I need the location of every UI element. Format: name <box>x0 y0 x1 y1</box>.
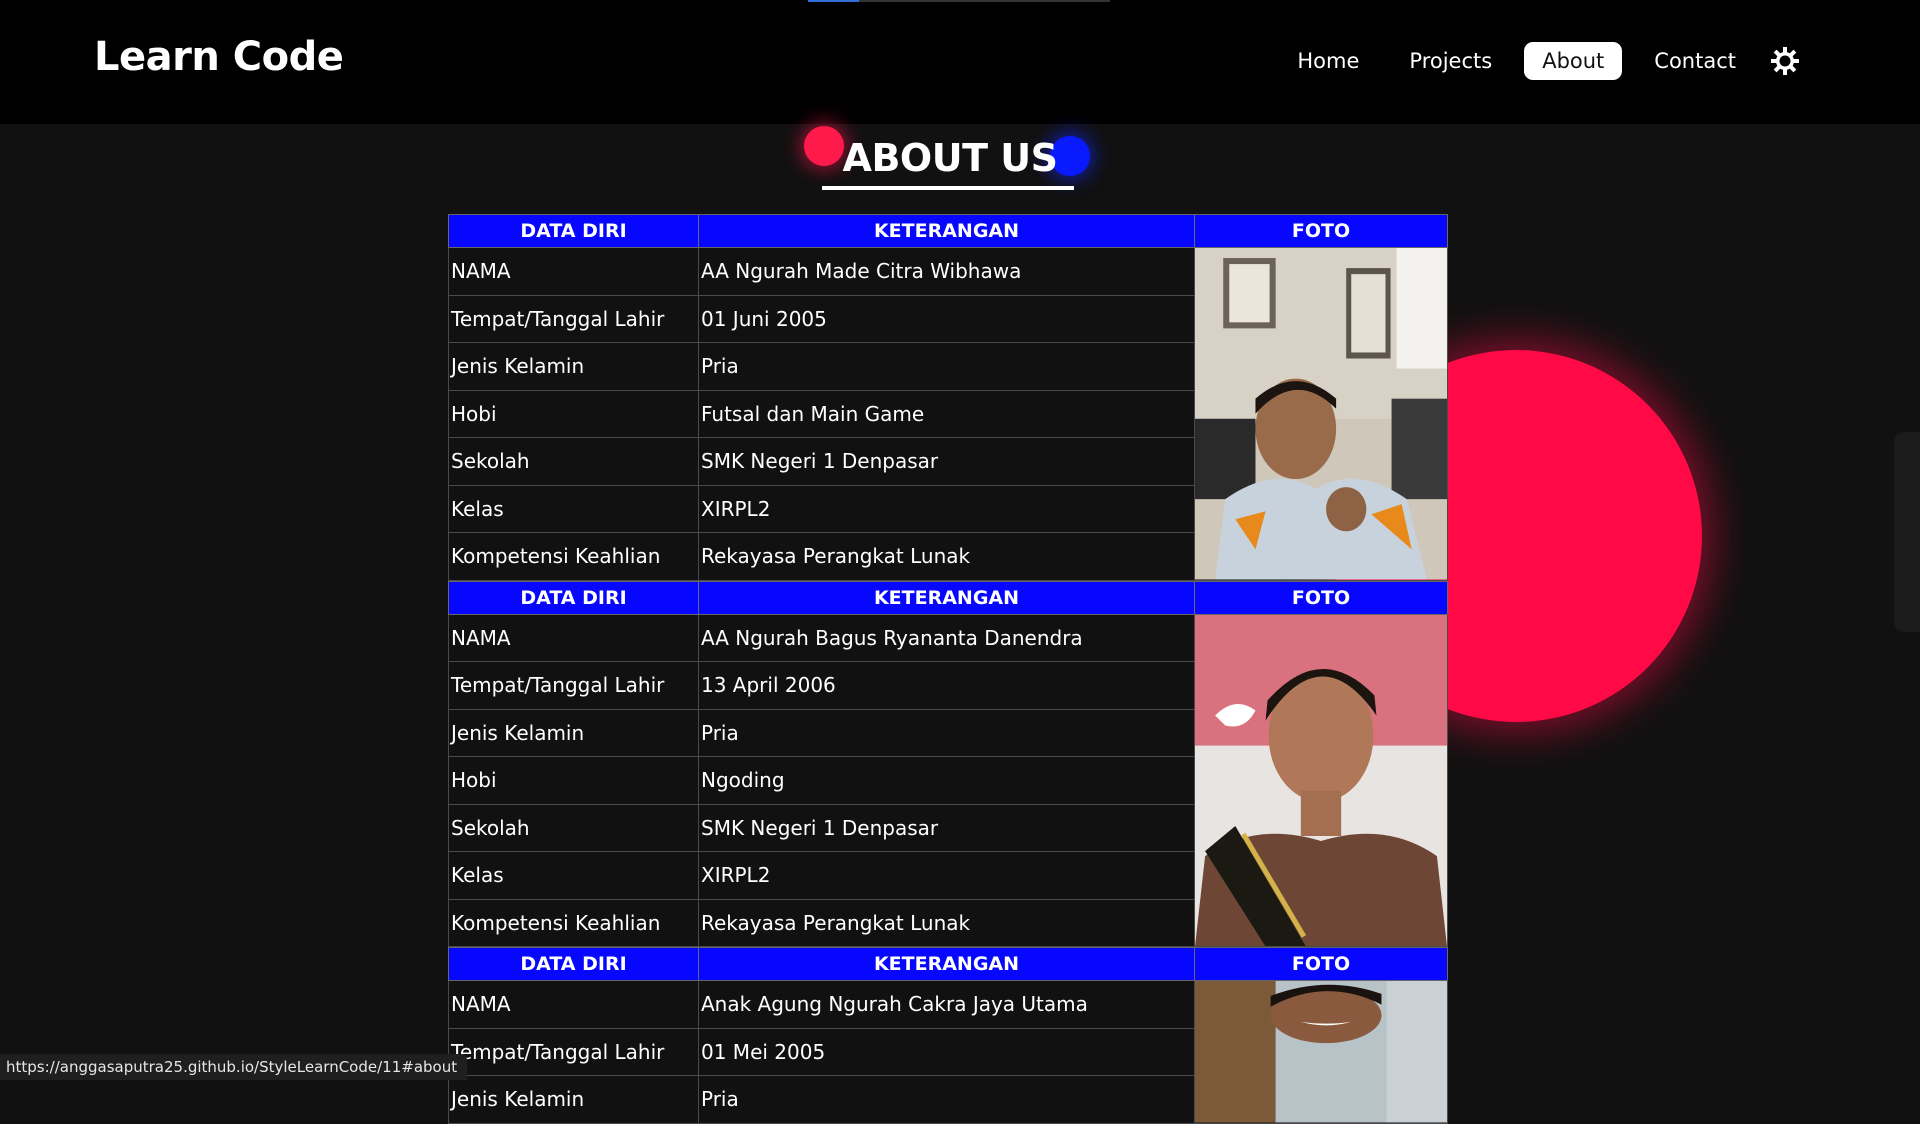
row-label: Jenis Kelamin <box>448 1075 699 1124</box>
profile-photo <box>1195 981 1447 1123</box>
row-label: Sekolah <box>448 803 699 852</box>
row-value: SMK Negeri 1 Denpasar <box>698 437 1195 486</box>
photo-cell <box>1194 980 1448 1124</box>
table-row: NAMA Anak Agung Ngurah Cakra Jaya Utama <box>448 980 1448 1124</box>
row-label: Tempat/Tanggal Lahir <box>448 1027 699 1076</box>
photo-frame <box>1195 248 1447 580</box>
header-foto: FOTO <box>1194 214 1448 248</box>
scroll-progress-fill <box>808 0 860 2</box>
row-label: NAMA <box>448 613 699 662</box>
row-value: Rekayasa Perangkat Lunak <box>698 898 1195 947</box>
header-keterangan: KETERANGAN <box>698 947 1195 981</box>
bio-table: DATA DIRI KETERANGAN FOTO NAMA AA Ngurah Mad… <box>448 214 1448 581</box>
row-value: 13 April 2006 <box>698 661 1195 710</box>
row-label: NAMA <box>448 980 699 1029</box>
header-keterangan: KETERANGAN <box>698 580 1195 615</box>
row-label: Hobi <box>448 389 699 438</box>
row-value: 01 Mei 2005 <box>698 1027 1195 1076</box>
nav-home[interactable]: Home <box>1279 42 1377 80</box>
photo-cell <box>1194 613 1448 947</box>
bio-tables: DATA DIRI KETERANGAN FOTO NAMA AA Ngurah Mad… <box>448 214 1448 1124</box>
main-nav: Home Projects About Contact <box>1265 42 1802 80</box>
row-label: Kompetensi Keahlian <box>448 898 699 947</box>
table-row: NAMA AA Ngurah Bagus Ryananta Danendra <box>448 613 1448 947</box>
row-label: Sekolah <box>448 437 699 486</box>
header-foto: FOTO <box>1194 580 1448 615</box>
site-logo[interactable]: Learn Code <box>94 34 344 80</box>
row-label: Jenis Kelamin <box>448 708 699 757</box>
header-foto: FOTO <box>1194 947 1448 981</box>
page-title: ABOUT US <box>842 136 1058 180</box>
photo-frame <box>1195 981 1447 1123</box>
profile-photo <box>1195 248 1447 580</box>
nav-about[interactable]: About <box>1524 42 1623 80</box>
row-value: Pria <box>698 708 1195 757</box>
row-label: Jenis Kelamin <box>448 342 699 391</box>
table-row: NAMA AA Ngurah Made Citra Wibhawa <box>448 247 1448 581</box>
table-header-row: DATA DIRI KETERANGAN FOTO <box>448 947 1448 981</box>
bio-table: DATA DIRI KETERANGAN FOTO NAMA AA Ngurah Bag… <box>448 580 1448 948</box>
nav-contact[interactable]: Contact <box>1636 42 1754 80</box>
photo-cell <box>1194 247 1448 581</box>
row-label: Tempat/Tanggal Lahir <box>448 661 699 710</box>
bio-table: DATA DIRI KETERANGAN FOTO NAMA Anak Agung Ng… <box>448 947 1448 1124</box>
row-value: SMK Negeri 1 Denpasar <box>698 803 1195 852</box>
row-value: AA Ngurah Made Citra Wibhawa <box>698 247 1195 296</box>
about-heading-block: ABOUT US <box>800 124 1100 194</box>
row-label: NAMA <box>448 247 699 296</box>
header-data-diri: DATA DIRI <box>448 580 699 615</box>
photo-frame <box>1195 614 1447 946</box>
table-header-row: DATA DIRI KETERANGAN FOTO <box>448 580 1448 615</box>
side-scroll-handle[interactable] <box>1894 432 1920 632</box>
row-value: XIRPL2 <box>698 484 1195 533</box>
row-value: Pria <box>698 1075 1195 1124</box>
row-label: Tempat/Tanggal Lahir <box>448 294 699 343</box>
row-value: XIRPL2 <box>698 851 1195 900</box>
row-value: Futsal dan Main Game <box>698 389 1195 438</box>
header-data-diri: DATA DIRI <box>448 947 699 981</box>
theme-toggle-button[interactable] <box>1768 44 1802 78</box>
top-navbar: Learn Code Home Projects About Contact <box>0 0 1920 124</box>
sun-icon <box>1771 47 1799 75</box>
title-underline <box>822 186 1074 190</box>
profile-photo <box>1195 614 1447 946</box>
row-label: Kelas <box>448 484 699 533</box>
row-value: Pria <box>698 342 1195 391</box>
row-value: Ngoding <box>698 756 1195 805</box>
status-url: https://anggasaputra25.github.io/StyleLe… <box>0 1054 468 1080</box>
table-header-row: DATA DIRI KETERANGAN FOTO <box>448 214 1448 248</box>
row-label: Kelas <box>448 851 699 900</box>
header-data-diri: DATA DIRI <box>448 214 699 248</box>
row-label: Hobi <box>448 756 699 805</box>
row-value: AA Ngurah Bagus Ryananta Danendra <box>698 613 1195 662</box>
row-value: Anak Agung Ngurah Cakra Jaya Utama <box>698 980 1195 1029</box>
row-value: 01 Juni 2005 <box>698 294 1195 343</box>
row-value: Rekayasa Perangkat Lunak <box>698 532 1195 581</box>
scroll-progress-bar <box>808 0 1110 2</box>
header-keterangan: KETERANGAN <box>698 214 1195 248</box>
nav-projects[interactable]: Projects <box>1391 42 1510 80</box>
row-label: Kompetensi Keahlian <box>448 532 699 581</box>
